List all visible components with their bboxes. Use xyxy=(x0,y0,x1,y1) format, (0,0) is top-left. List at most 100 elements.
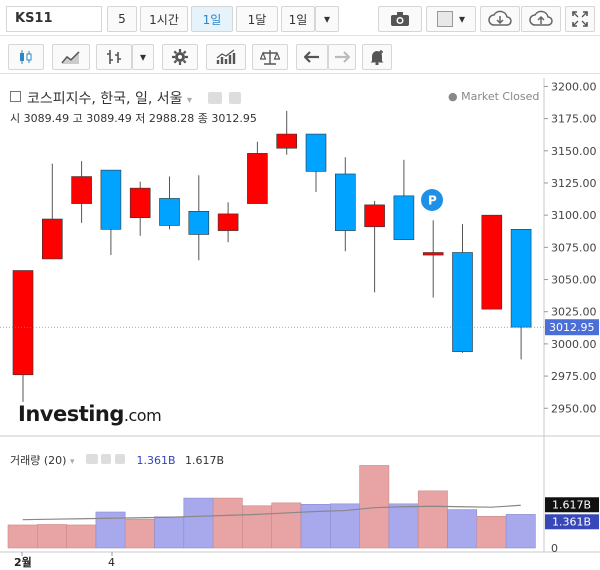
marker-label: P xyxy=(428,194,437,208)
interval-1mo-button[interactable]: 1달 xyxy=(236,6,278,32)
volume-visibility-icon[interactable] xyxy=(85,454,98,464)
candle-body xyxy=(452,252,473,352)
axes: 3200.00 3175.00 3150.00 3125.00 3100.00 3075.… xyxy=(0,78,600,569)
cloud-download-icon[interactable] xyxy=(480,6,520,32)
candle xyxy=(217,202,239,243)
volume-zero-label: 0 xyxy=(551,542,558,555)
visibility-eye-icon[interactable] xyxy=(208,92,223,104)
price-tick-label: 3075.00 xyxy=(551,241,597,254)
drawing-toolbar: ▾ xyxy=(0,38,600,74)
candle-body xyxy=(71,176,92,204)
price-tick-label: 3150.00 xyxy=(551,145,597,158)
interval-dropdown-value[interactable]: 1일 xyxy=(281,6,315,32)
candle-body xyxy=(510,229,532,328)
candle-body xyxy=(364,204,385,228)
candle-body xyxy=(276,133,298,149)
candle xyxy=(334,157,356,252)
candlestick-type-icon[interactable] xyxy=(8,44,44,70)
candle-body xyxy=(305,133,327,172)
price-tick-label: 3050.00 xyxy=(551,274,597,287)
volume-bar xyxy=(242,505,272,549)
price-tick-label: 3200.00 xyxy=(551,80,597,93)
candle-body xyxy=(393,195,415,240)
candle xyxy=(188,175,210,261)
ohlc-values: 시 3089.49 고 3089.49 저 2988.28 종 3012.95 xyxy=(10,112,257,125)
candle xyxy=(12,270,34,402)
price-tick-label: 3000.00 xyxy=(551,338,597,351)
last-price-label: 3012.95 xyxy=(549,321,595,334)
volume-bar xyxy=(447,509,478,549)
price-tick-label: 3175.00 xyxy=(551,113,597,126)
interval-5-button[interactable]: 5 xyxy=(107,6,137,32)
candle-body xyxy=(422,252,444,256)
price-tick-label: 3025.00 xyxy=(551,306,597,319)
market-status: ● Market Closed xyxy=(448,90,540,103)
candle-body xyxy=(217,213,239,231)
candle-body xyxy=(41,218,63,260)
candle xyxy=(364,201,385,293)
title-dropdown-icon[interactable]: ▾ xyxy=(187,95,192,106)
alert-bell-icon[interactable] xyxy=(362,44,392,70)
cloud-upload-icon[interactable] xyxy=(521,6,561,32)
price-tick-label: 2975.00 xyxy=(551,370,597,383)
camera-icon[interactable] xyxy=(378,6,422,32)
volume-bar xyxy=(476,516,507,549)
volume-bar xyxy=(359,465,390,549)
indicators-icon[interactable] xyxy=(206,44,246,70)
volume-value-2: 1.617B xyxy=(185,454,225,467)
volume-settings-icon[interactable] xyxy=(101,454,112,464)
volume-legend: 거래량 (20) ▾ 1.361B 1.617B xyxy=(10,452,224,468)
candle xyxy=(71,161,92,223)
fullscreen-icon[interactable] xyxy=(565,6,595,32)
candle xyxy=(422,220,444,298)
volume-close-icon[interactable] xyxy=(114,454,125,464)
volume-bar xyxy=(212,497,243,549)
settings-small-icon[interactable] xyxy=(228,92,241,104)
candle-body xyxy=(129,187,151,219)
candlestick-series xyxy=(12,110,532,402)
volume-dropdown-icon[interactable]: ▾ xyxy=(70,457,75,467)
bar-chart-type-icon[interactable] xyxy=(96,44,132,70)
candle-body xyxy=(100,169,122,230)
candle-body xyxy=(481,214,503,310)
top-toolbar: KS11 5 1시간 1일 1달 1일 ▾ ▾ xyxy=(0,0,600,36)
candle xyxy=(276,110,298,155)
redo-icon[interactable] xyxy=(328,44,356,70)
compare-scale-icon[interactable] xyxy=(252,44,288,70)
volume-bar xyxy=(505,514,536,549)
candle-body xyxy=(188,211,210,235)
undo-icon[interactable] xyxy=(296,44,328,70)
candle-body xyxy=(159,198,180,226)
price-tick-label: 3100.00 xyxy=(551,209,597,222)
candle xyxy=(452,224,473,353)
volume-bar xyxy=(95,511,126,549)
color-picker-icon[interactable]: ▾ xyxy=(426,6,476,32)
dividend-marker-icon: P xyxy=(421,189,443,211)
chart-title: 코스피지수, 한국, 일, 서울 xyxy=(27,91,183,107)
volume-bar xyxy=(154,516,185,549)
volume-bar xyxy=(66,524,97,549)
volume-badge-bottom-label: 1.361B xyxy=(552,515,591,528)
price-tick-label: 2950.00 xyxy=(551,402,597,415)
volume-bar xyxy=(417,490,448,549)
interval-1d-button[interactable]: 1일 xyxy=(191,6,233,32)
collapse-icon[interactable] xyxy=(10,91,21,102)
candle-body xyxy=(334,173,356,231)
volume-bar xyxy=(388,503,419,549)
volume-badge-top-label: 1.617B xyxy=(552,498,591,511)
line-chart-type-icon[interactable] xyxy=(52,44,90,70)
symbol-field[interactable]: KS11 xyxy=(6,6,102,32)
chart-type-chevron-icon[interactable]: ▾ xyxy=(132,44,154,70)
chart-canvas[interactable]: 3200.00 3175.00 3150.00 3125.00 3100.00 3075.… xyxy=(0,78,600,570)
interval-1h-button[interactable]: 1시간 xyxy=(140,6,188,32)
volume-bar xyxy=(183,497,214,549)
candle xyxy=(100,169,122,256)
legend-title-row: 코스피지수, 한국, 일, 서울 ▾ xyxy=(10,88,241,108)
volume-bar xyxy=(271,502,302,549)
volume-bar xyxy=(124,518,155,549)
settings-gear-icon[interactable] xyxy=(162,44,198,70)
candle-body xyxy=(12,270,34,376)
interval-dropdown-chevron-icon[interactable]: ▾ xyxy=(315,6,339,32)
candle xyxy=(247,141,268,204)
candle-body xyxy=(247,153,268,204)
